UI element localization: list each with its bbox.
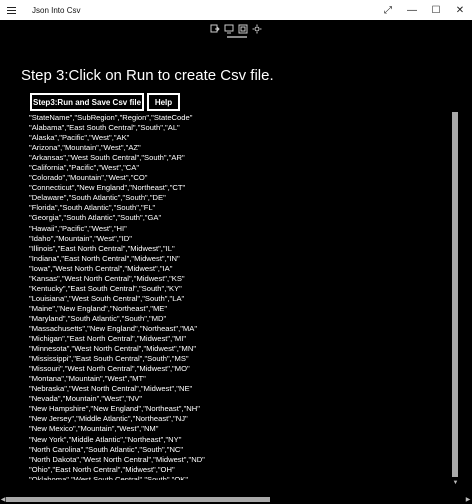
- csv-line: "Illinois","East North Central","Midwest…: [29, 243, 175, 253]
- csv-line: "Missouri","West North Central","Midwest…: [29, 364, 190, 374]
- csv-line: "California","Pacific","West","CA": [29, 163, 140, 173]
- csv-line: "Montana","Mountain","West","MT": [29, 374, 146, 384]
- csv-line: "Nebraska","West North Central","Midwest…: [29, 384, 193, 394]
- csv-line: "Florida","South Atlantic","South","FL": [29, 203, 156, 213]
- csv-line: "Georgia","South Atlantic","South","GA": [29, 213, 162, 223]
- fullscreen-button[interactable]: ⤢: [376, 0, 400, 20]
- close-button[interactable]: ✕: [448, 0, 472, 20]
- csv-line: "North Dakota","West North Central","Mid…: [29, 454, 205, 464]
- csv-line: "Kansas","West North Central","Midwest",…: [29, 273, 185, 283]
- csv-line: "Oklahoma","West South Central","South",…: [29, 474, 189, 480]
- csv-line: "Nevada","Mountain","West","NV": [29, 394, 143, 404]
- csv-line: "Indiana","East North Central","Midwest"…: [29, 253, 180, 263]
- csv-line: "Minnesota","West North Central","Midwes…: [29, 344, 197, 354]
- export-icon[interactable]: [210, 24, 220, 34]
- csv-line: "New Hampshire","New England","Northeast…: [29, 404, 200, 414]
- csv-line: "Kentucky","East South Central","South",…: [29, 283, 182, 293]
- csv-line: "Louisiana","West South Central","South"…: [29, 293, 185, 303]
- csv-line: "Delaware","South Atlantic","South","DE": [29, 193, 166, 203]
- toolbar-drag-handle[interactable]: [227, 36, 247, 38]
- cast-icon[interactable]: [224, 24, 234, 34]
- csv-line: "New Jersey","Middle Atlantic","Northeas…: [29, 414, 188, 424]
- horizontal-scroll-thumb[interactable]: [6, 497, 270, 502]
- csv-line: "Arizona","Mountain","West","AZ": [29, 143, 141, 153]
- settings-icon[interactable]: [252, 24, 262, 34]
- title-bar: Json Into Csv ⤢ — ☐ ✕: [0, 0, 472, 20]
- csv-line: "Mississippi","East South Central","Sout…: [29, 354, 189, 364]
- csv-line: "Idaho","Mountain","West","ID": [29, 233, 132, 243]
- csv-output-text: "StateName","SubRegion","Region","StateC…: [29, 113, 205, 480]
- csv-line: "Arkansas","West South Central","South",…: [29, 153, 185, 163]
- csv-line: "Alabama","East South Central","South","…: [29, 123, 180, 133]
- csv-line: "New Mexico","Mountain","West","NM": [29, 424, 159, 434]
- csv-line: "Connecticut","New England","Northeast",…: [29, 183, 186, 193]
- vertical-scroll-thumb[interactable]: [452, 112, 458, 477]
- help-button[interactable]: Help: [147, 93, 180, 111]
- csv-line: "StateName","SubRegion","Region","StateC…: [29, 113, 193, 122]
- maximize-button[interactable]: ☐: [424, 0, 448, 20]
- hamburger-menu-icon[interactable]: [0, 0, 22, 20]
- csv-line: "Alaska","Pacific","West","AK": [29, 133, 130, 143]
- frame-icon[interactable]: [238, 24, 248, 34]
- csv-line: "Maine","New England","Northeast","ME": [29, 303, 168, 313]
- step-title: Step 3:Click on Run to create Csv file.: [21, 67, 274, 84]
- csv-line: "North Carolina","South Atlantic","South…: [29, 444, 184, 454]
- minimize-button[interactable]: —: [400, 0, 424, 20]
- csv-line: "Hawaii","Pacific","West","HI": [29, 223, 127, 233]
- csv-line: "Ohio","East North Central","Midwest","O…: [29, 464, 175, 474]
- csv-line: "Maryland","South Atlantic","South","MD": [29, 313, 167, 323]
- csv-line: "Colorado","Mountain","West","CO": [29, 173, 148, 183]
- window-controls: ⤢ — ☐ ✕: [376, 0, 472, 20]
- app-title: Json Into Csv: [32, 5, 81, 15]
- csv-line: "Iowa","West North Central","Midwest","I…: [29, 263, 173, 273]
- run-and-save-button[interactable]: Step3:Run and Save Csv file: [30, 93, 144, 111]
- csv-line: "Massachusetts","New England","Northeast…: [29, 323, 198, 333]
- csv-line: "New York","Middle Atlantic","Northeast"…: [29, 434, 182, 444]
- csv-output-textbox[interactable]: "StateName","SubRegion","Region","StateC…: [22, 111, 460, 480]
- scroll-down-arrow-icon[interactable]: ▼: [451, 479, 460, 487]
- csv-line: "Michigan","East North Central","Midwest…: [29, 334, 187, 344]
- scroll-right-arrow-icon[interactable]: ▶: [464, 495, 472, 504]
